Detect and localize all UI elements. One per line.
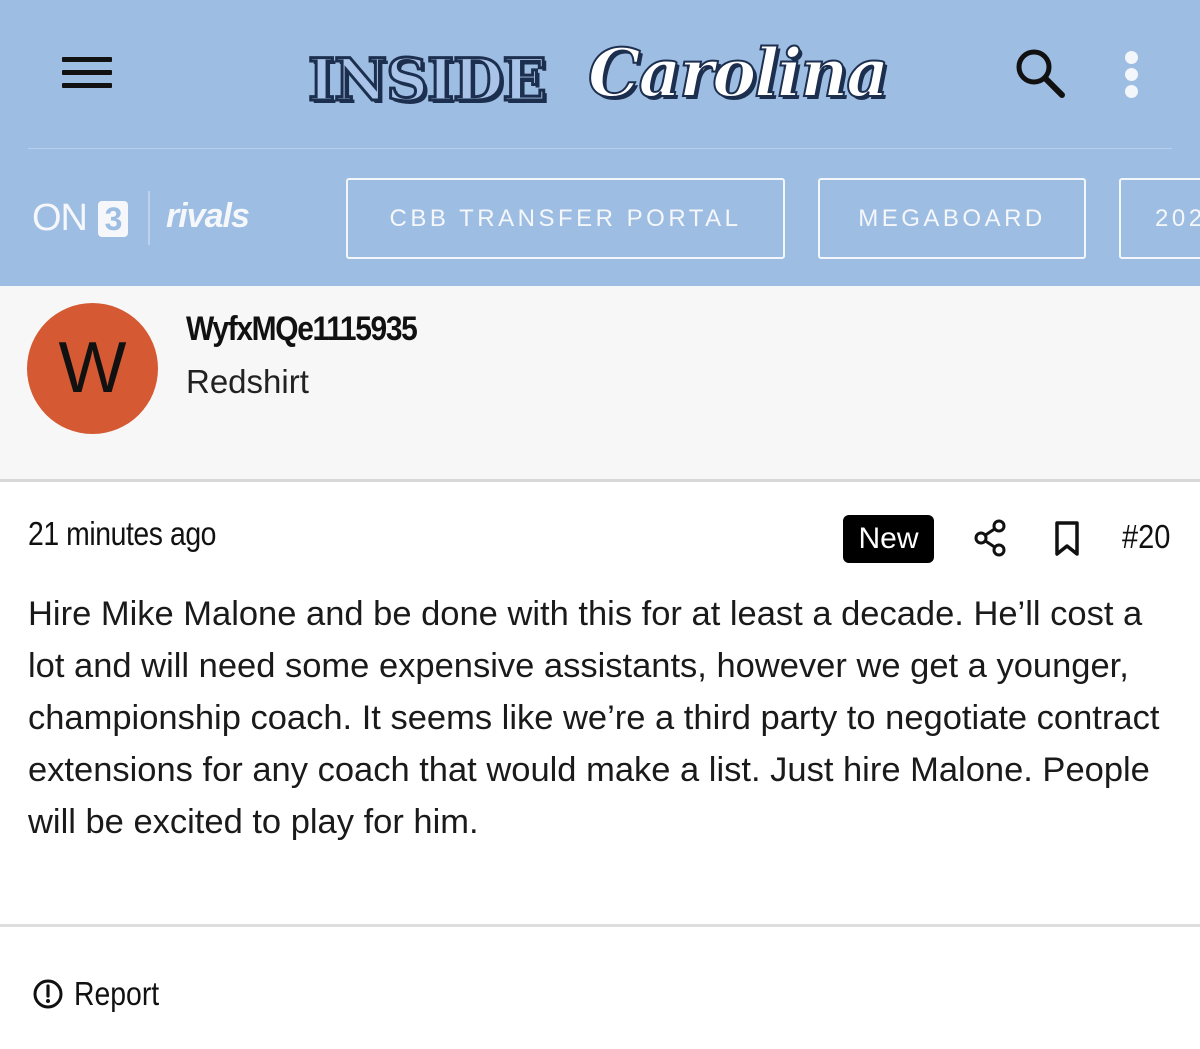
- divider: [0, 924, 1200, 927]
- on3-logo-text: ON: [32, 197, 88, 239]
- nav-row: ON 3 rivals CBB TRANSFER PORTAL MEGABOAR…: [0, 149, 1200, 286]
- site-header: INSIDE Carolina ON 3 rivals CBB TRANSFER…: [0, 0, 1200, 286]
- nav-pill-partial[interactable]: 202: [1119, 178, 1200, 259]
- rivals-logo[interactable]: rivals: [166, 197, 250, 236]
- on3-logo-digit: 3: [98, 201, 128, 237]
- report-label: Report: [74, 975, 160, 1012]
- logo-inside-text: INSIDE: [307, 45, 549, 116]
- post-body: Hire Mike Malone and be done with this f…: [28, 595, 1160, 841]
- author-card: W WyfxMQe1115935 Redshirt: [0, 286, 1200, 480]
- brand-separator: [148, 191, 150, 245]
- post-timestamp: 21 minutes ago: [28, 515, 217, 552]
- alert-circle-icon: [33, 979, 63, 1009]
- site-logo[interactable]: INSIDE Carolina: [306, 33, 890, 116]
- divider: [0, 479, 1200, 482]
- top-bar: INSIDE Carolina: [0, 0, 1200, 148]
- more-vertical-icon[interactable]: [1118, 48, 1146, 102]
- nav-pill-cbb-transfer-portal[interactable]: CBB TRANSFER PORTAL: [346, 178, 785, 259]
- post-number[interactable]: #20: [1122, 518, 1170, 556]
- hamburger-menu-icon[interactable]: [58, 50, 116, 96]
- avatar[interactable]: W: [27, 303, 158, 434]
- search-icon[interactable]: [1012, 46, 1070, 100]
- report-button[interactable]: Report: [32, 972, 173, 1016]
- logo-carolina-text: Carolina: [587, 33, 890, 113]
- bookmark-icon[interactable]: [1050, 520, 1084, 558]
- nav-pill-megaboard[interactable]: MEGABOARD: [818, 178, 1086, 259]
- username[interactable]: WyfxMQe1115935: [186, 310, 418, 349]
- share-icon[interactable]: [970, 518, 1010, 558]
- user-rank: Redshirt: [186, 363, 309, 400]
- new-badge: New: [843, 515, 934, 563]
